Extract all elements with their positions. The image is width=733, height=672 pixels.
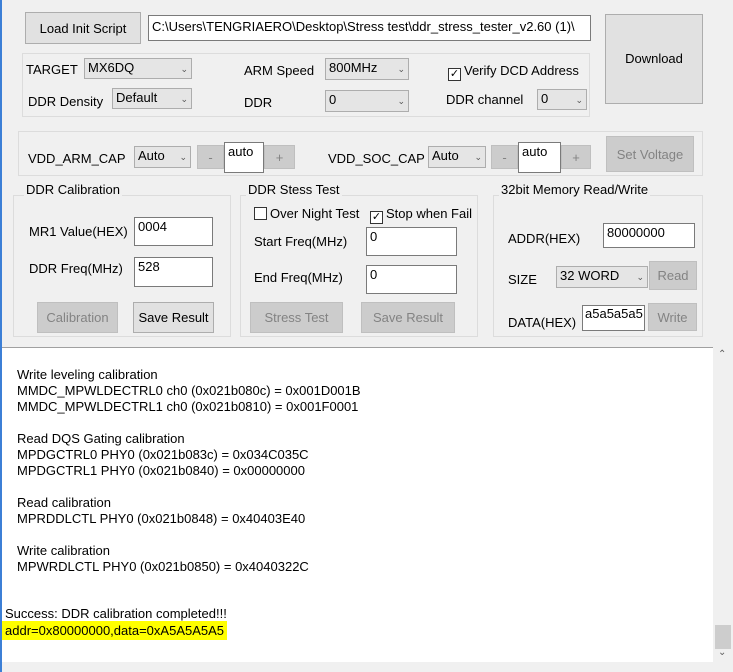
log-line: MMDC_MPWLDECTRL0 ch0 (0x021b080c) = 0x00… <box>17 383 361 398</box>
stress-test-button[interactable]: Stress Test <box>250 302 343 333</box>
data-input[interactable]: a5a5a5a5 <box>582 305 645 331</box>
log-line: MPDGCTRL1 PHY0 (0x021b0840) = 0x00000000 <box>17 463 305 478</box>
ddr-select[interactable]: 0 ⌄ <box>325 90 409 112</box>
arm-speed-select[interactable]: 800MHz ⌄ <box>325 58 409 80</box>
arm-plus-button[interactable]: + <box>264 145 295 169</box>
ddr-freq-label: DDR Freq(MHz) <box>29 261 123 276</box>
vdd-arm-cap-label: VDD_ARM_CAP <box>28 151 126 166</box>
checkbox-checked-icon: ✓ <box>448 68 461 81</box>
calibration-button[interactable]: Calibration <box>37 302 118 333</box>
highlighted-result-line: addr=0x80000000,data=0xA5A5A5A5 <box>2 621 228 640</box>
log-line: Read DQS Gating calibration <box>17 431 185 446</box>
download-button[interactable]: Download <box>605 14 703 104</box>
log-line: Write leveling calibration <box>17 367 158 382</box>
chevron-down-icon: ⌄ <box>575 95 583 105</box>
size-label: SIZE <box>508 272 537 287</box>
chevron-down-icon: ⌄ <box>474 152 482 162</box>
overnight-label: Over Night Test <box>270 206 360 221</box>
chevron-down-icon: ⌄ <box>180 64 188 74</box>
addr-label: ADDR(HEX) <box>508 231 581 246</box>
verify-dcd-label: Verify DCD Address <box>464 63 579 78</box>
target-label: TARGET <box>26 62 78 77</box>
arm-speed-label: ARM Speed <box>244 63 315 78</box>
arm-mode-value: Auto <box>138 148 165 163</box>
ddr-density-select[interactable]: Default ⌄ <box>112 88 192 109</box>
vertical-scrollbar[interactable]: ⌃ ⌄ <box>713 347 733 662</box>
log-line: MPWRDLCTL PHY0 (0x021b0850) = 0x4040322C <box>17 559 309 574</box>
ddr-label: DDR <box>244 95 273 110</box>
end-freq-label: End Freq(MHz) <box>254 270 343 285</box>
ddr-value: 0 <box>329 92 337 107</box>
stop-when-fail-label: Stop when Fail <box>386 206 472 221</box>
save-stress-result-button[interactable]: Save Result <box>361 302 455 333</box>
log-line: MMDC_MPWLDECTRL1 ch0 (0x021b0810) = 0x00… <box>17 399 359 414</box>
checkbox-checked-icon: ✓ <box>370 211 383 224</box>
data-label: DATA(HEX) <box>508 315 577 330</box>
log-output[interactable]: Write leveling calibration MMDC_MPWLDECT… <box>2 347 733 672</box>
ddr-density-label: DDR Density <box>28 94 104 109</box>
write-button[interactable]: Write <box>648 303 697 331</box>
vdd-soc-mode-select[interactable]: Auto ⌄ <box>428 146 486 168</box>
vdd-arm-mode-select[interactable]: Auto ⌄ <box>134 146 191 168</box>
verify-dcd-checkbox[interactable]: ✓ Verify DCD Address <box>448 63 579 81</box>
scroll-up-icon[interactable]: ⌃ <box>718 349 726 360</box>
script-path-input[interactable]: C:\Users\TENGRIAERO\Desktop\Stress test\… <box>148 15 591 41</box>
checkbox-unchecked-icon <box>254 207 267 220</box>
start-freq-input[interactable]: 0 <box>366 227 457 256</box>
arm-minus-button[interactable]: - <box>197 145 224 169</box>
chevron-down-icon: ⌄ <box>397 96 405 106</box>
ddr-channel-select[interactable]: 0 ⌄ <box>537 89 587 110</box>
log-line: Write calibration <box>17 543 110 558</box>
vdd-soc-cap-label: VDD_SOC_CAP <box>328 151 425 166</box>
horizontal-scrollbar[interactable] <box>2 662 733 672</box>
target-select[interactable]: MX6DQ ⌄ <box>84 58 192 79</box>
chevron-down-icon: ⌄ <box>636 272 644 282</box>
size-value: 32 WORD <box>560 268 620 283</box>
ddr-freq-input[interactable]: 528 <box>134 257 213 287</box>
success-line: Success: DDR calibration completed!!! <box>5 606 227 621</box>
memory-rw-title: 32bit Memory Read/Write <box>499 182 651 197</box>
mr1-label: MR1 Value(HEX) <box>29 224 128 239</box>
chevron-down-icon: ⌄ <box>179 152 187 162</box>
arm-voltage-input[interactable]: auto <box>224 142 264 173</box>
load-init-script-button[interactable]: Load Init Script <box>25 12 141 44</box>
addr-input[interactable]: 80000000 <box>603 223 695 248</box>
log-line: MPRDDLCTL PHY0 (0x021b0848) = 0x40403E40 <box>17 511 306 526</box>
ddr-calibration-title: DDR Calibration <box>24 182 122 197</box>
save-calibration-result-button[interactable]: Save Result <box>133 302 214 333</box>
density-value: Default <box>116 90 158 105</box>
soc-plus-button[interactable]: + <box>561 145 591 169</box>
channel-value: 0 <box>541 91 549 106</box>
chevron-down-icon: ⌄ <box>180 94 188 104</box>
set-voltage-button[interactable]: Set Voltage <box>606 136 694 172</box>
mr1-input[interactable]: 0004 <box>134 217 213 246</box>
ddr-stress-title: DDR Stess Test <box>246 182 342 197</box>
start-freq-label: Start Freq(MHz) <box>254 234 348 249</box>
log-line: Read calibration <box>17 495 111 510</box>
overnight-test-checkbox[interactable]: Over Night Test <box>254 206 359 221</box>
target-value: MX6DQ <box>88 60 135 75</box>
soc-mode-value: Auto <box>432 148 459 163</box>
chevron-down-icon: ⌄ <box>397 64 405 74</box>
scroll-down-icon[interactable]: ⌄ <box>718 647 726 658</box>
log-line: MPDGCTRL0 PHY0 (0x021b083c) = 0x034C035C <box>17 447 309 462</box>
size-select[interactable]: 32 WORD ⌄ <box>556 266 648 288</box>
soc-minus-button[interactable]: - <box>491 145 518 169</box>
stop-when-fail-checkbox[interactable]: ✓ Stop when Fail <box>370 206 472 224</box>
arm-speed-value: 800MHz <box>329 60 378 75</box>
read-button[interactable]: Read <box>649 261 697 290</box>
soc-voltage-input[interactable]: auto <box>518 142 561 173</box>
scrollbar-thumb[interactable] <box>715 625 731 649</box>
end-freq-input[interactable]: 0 <box>366 265 457 294</box>
ddr-channel-label: DDR channel <box>446 92 524 107</box>
